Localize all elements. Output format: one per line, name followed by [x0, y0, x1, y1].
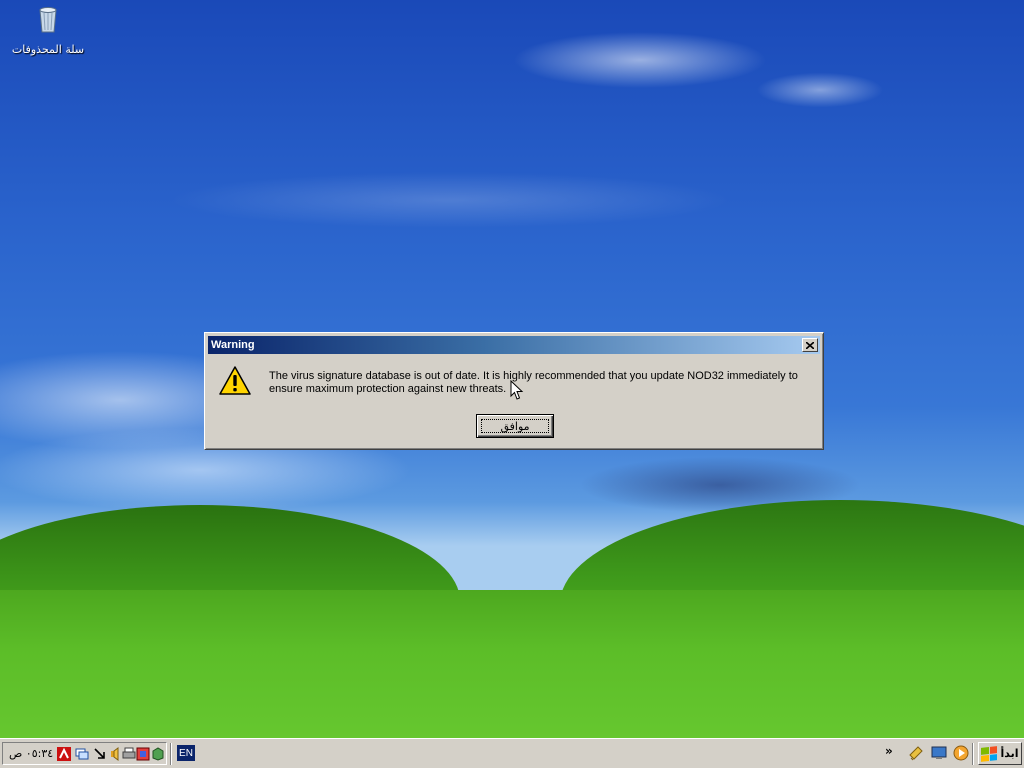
volume-icon[interactable] [109, 747, 123, 761]
printer-icon[interactable] [122, 747, 136, 761]
taskbar-separator [170, 743, 172, 765]
network-icon[interactable] [75, 747, 89, 761]
taskbar: ابدأ » EN ٠٥:٣٤ ص [0, 738, 1024, 768]
media-player-icon[interactable] [953, 745, 969, 761]
folder-icon[interactable] [136, 747, 150, 761]
language-indicator[interactable]: EN [177, 745, 195, 761]
windows-logo-icon [981, 745, 998, 762]
system-tray: ٠٥:٣٤ ص [2, 742, 167, 765]
start-label: ابدأ [1000, 747, 1019, 760]
shield-icon[interactable] [151, 747, 165, 761]
focus-rect [481, 419, 549, 433]
wallpaper-field [0, 590, 1024, 738]
desktop-icon[interactable] [931, 745, 947, 761]
desktop: سلة المحذوفات Warning The virus signatur… [0, 0, 1024, 738]
close-button[interactable] [802, 338, 818, 352]
recycle-bin-label: سلة المحذوفات [11, 43, 85, 56]
mouse-cursor-icon [510, 380, 524, 400]
start-button[interactable]: ابدأ [978, 742, 1022, 765]
taskbar-separator [972, 743, 974, 765]
messenger-icon[interactable] [908, 745, 924, 761]
clock[interactable]: ٠٥:٣٤ ص [9, 747, 53, 760]
dialog-message: The virus signature database is out of d… [269, 370, 798, 395]
recycle-bin-icon [39, 7, 57, 33]
warning-icon [219, 366, 251, 395]
close-icon [806, 341, 814, 349]
arrow-icon[interactable] [93, 747, 107, 761]
dialog-title: Warning [211, 339, 255, 351]
show-more-button[interactable]: » [885, 744, 893, 758]
antivirus-icon[interactable] [57, 747, 71, 761]
recycle-bin-shortcut[interactable]: سلة المحذوفات [8, 2, 88, 57]
ok-button[interactable]: موافق [476, 414, 554, 438]
dialog-titlebar[interactable]: Warning [208, 336, 820, 354]
